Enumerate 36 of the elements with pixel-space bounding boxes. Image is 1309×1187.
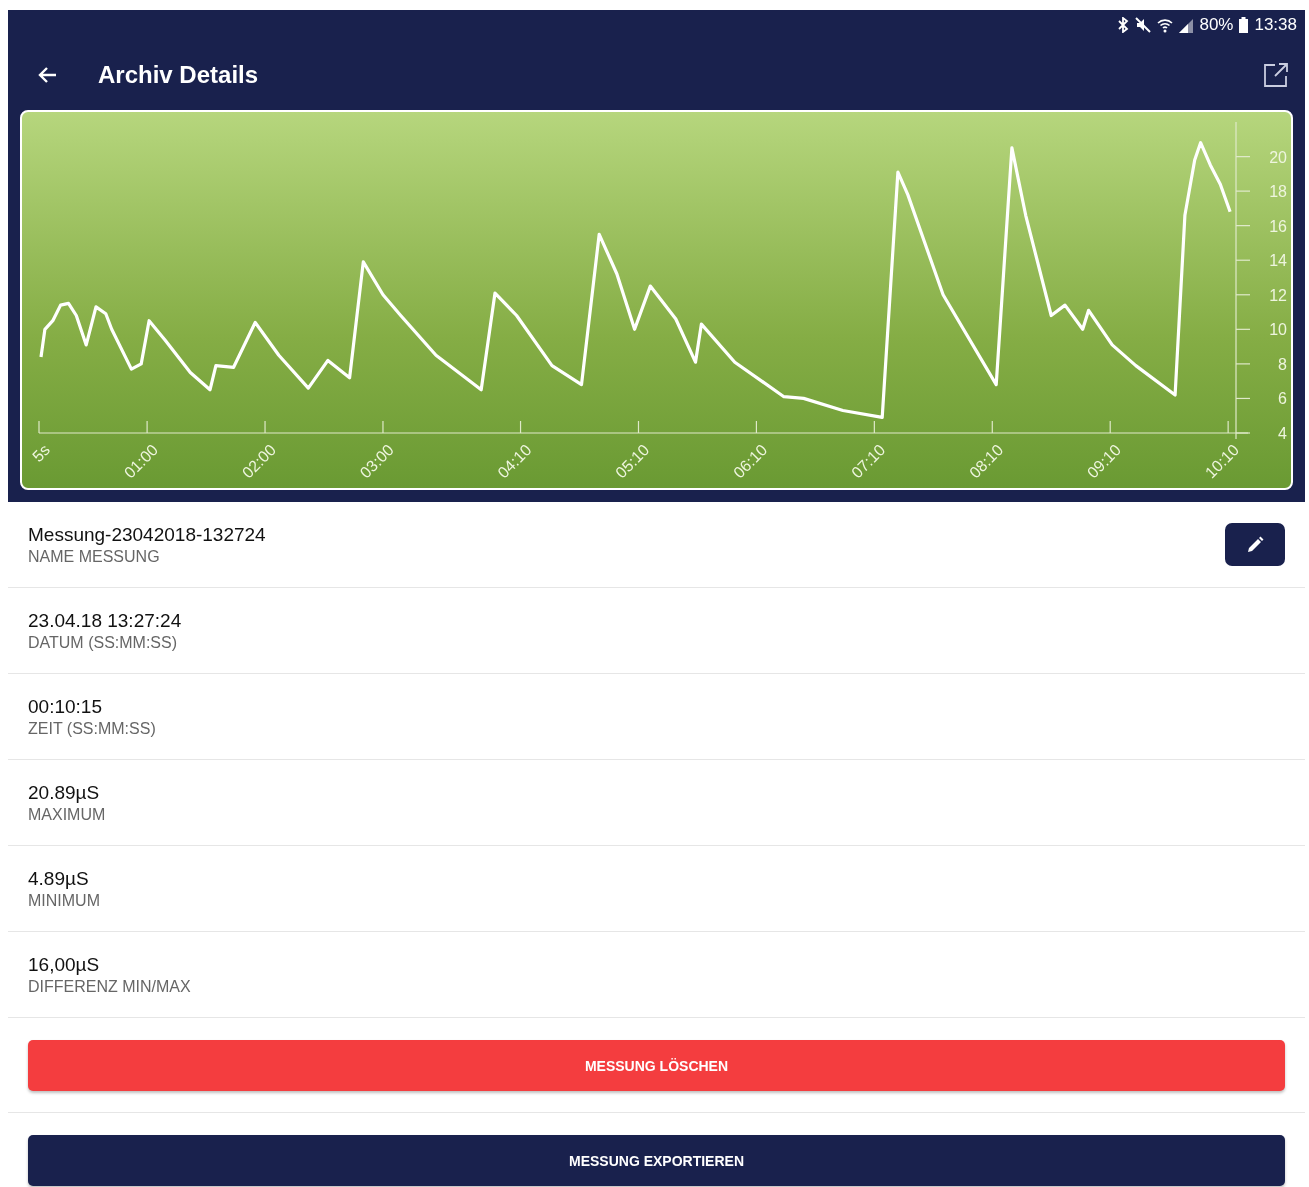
detail-value: 20.89µS [28,781,101,804]
x-tick-label: 5s [29,441,54,465]
action-button[interactable]: MESSUNG LÖSCHEN [28,1040,1285,1091]
screen-title: Archiv Details [98,61,259,89]
y-tick-label: 18 [1269,183,1287,201]
wifi-icon [1157,17,1174,33]
detail-label: DATUM (SS:MM:SS) [28,633,179,652]
edit-button[interactable] [1225,523,1285,566]
detail-value: 23.04.18 13:27:24 [28,609,182,632]
battery-percentage: 80% [1199,15,1234,35]
y-tick-label: 14 [1269,252,1287,270]
y-tick-label: 8 [1278,355,1287,373]
detail-label: MINIMUM [28,891,100,910]
detail-label: DIFFERENZ MIN/MAX [28,977,191,996]
signal-icon [1179,17,1194,33]
action-button[interactable]: MESSUNG EXPORTIEREN [28,1135,1285,1186]
detail-label: ZEIT (SS:MM:SS) [28,719,156,738]
detail-value: 00:10:15 [28,695,103,718]
y-tick-label: 20 [1269,148,1287,166]
detail-value: 4.89µS [28,867,90,890]
detail-label: MAXIMUM [28,805,106,824]
battery-icon [1239,17,1249,33]
bluetooth-icon [1117,17,1130,33]
detail-value: Messung-23042018-132724 [28,523,266,546]
y-tick-label: 10 [1269,321,1287,339]
y-tick-label: 4 [1278,425,1287,442]
share-button[interactable] [1263,62,1289,88]
clock-time: 13:38 [1254,15,1297,35]
y-tick-label: 6 [1278,390,1287,408]
y-tick-label: 12 [1269,286,1287,304]
pencil-icon [1245,534,1265,555]
y-tick-label: 16 [1269,217,1287,235]
share-icon [1263,62,1289,88]
mute-icon [1135,17,1152,33]
detail-label: NAME MESSUNG [28,547,161,566]
detail-value: 16,00µS [28,953,101,976]
